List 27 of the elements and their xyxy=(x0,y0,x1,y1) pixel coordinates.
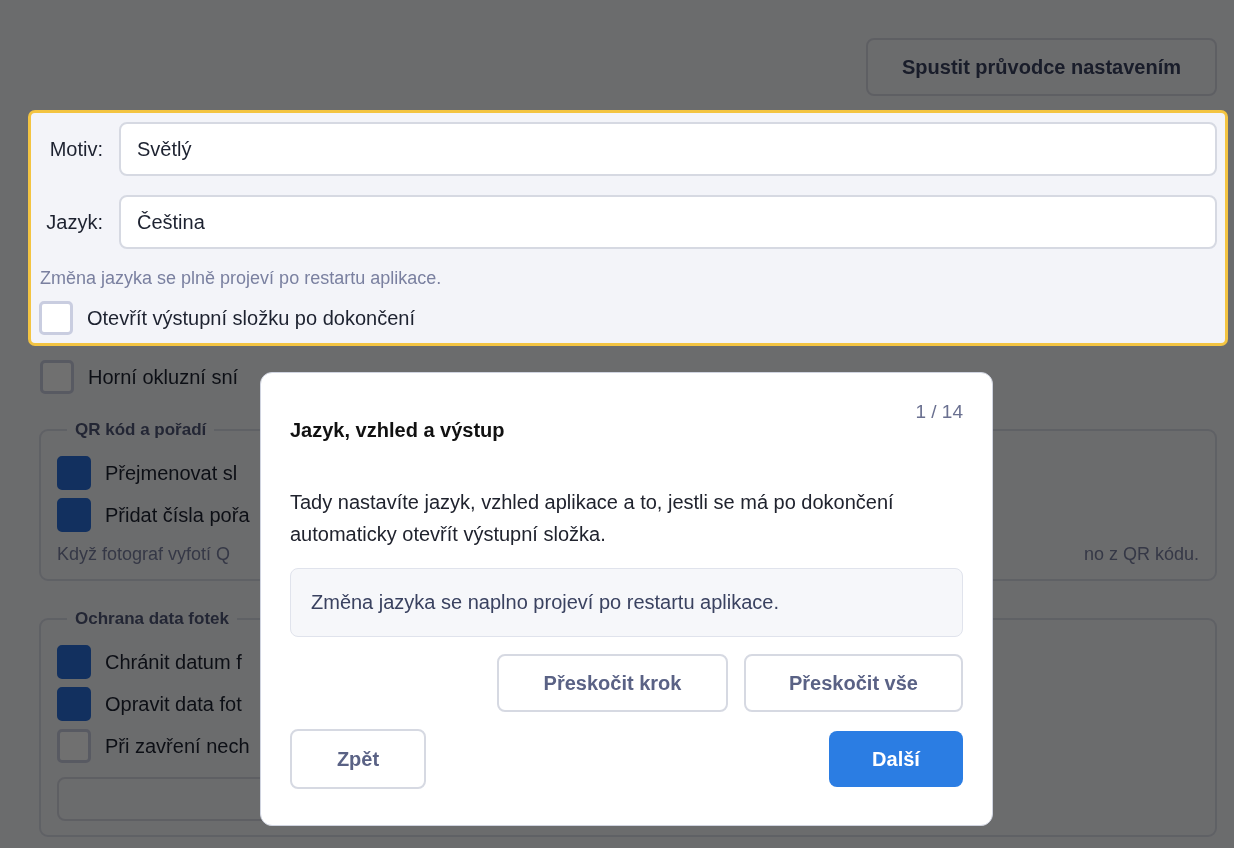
field-label: Jazyk: xyxy=(45,210,103,234)
checkbox-label: Při zavření nech xyxy=(105,734,250,758)
select-field[interactable]: Čeština xyxy=(119,195,1217,249)
setup-wizard-button[interactable]: Spustit průvodce nastavením xyxy=(866,38,1217,96)
checkbox[interactable] xyxy=(57,645,91,679)
next-button[interactable]: Další xyxy=(829,731,963,787)
dialog-text: Tady nastavíte jazyk, vzhled aplikace a to, jestli se má po dokončení automaticky otevřít výstupní složka. xyxy=(290,490,895,547)
group-title: QR kód a pořadí xyxy=(74,420,208,440)
dialog-title: Jazyk, vzhled a výstup xyxy=(290,419,506,442)
checkbox-label: Horní okluzní sní xyxy=(88,365,239,389)
back-button[interactable]: Zpět xyxy=(290,729,426,789)
hint-text: Změna jazyka se plně projeví po restartu aplikace. xyxy=(40,268,443,289)
checkbox-label: Otevřít výstupní složku po dokončení xyxy=(87,306,415,330)
skip-button[interactable]: Přeskočit krok xyxy=(497,654,728,712)
checkbox-label: Opravit data fot xyxy=(105,692,242,716)
field-label: Motiv: xyxy=(48,137,103,161)
skip-button[interactable]: Přeskočit vše xyxy=(744,654,963,712)
select-field[interactable]: Světlý xyxy=(119,122,1217,176)
checkbox-label: Přejmenovat sl xyxy=(105,461,238,485)
checkbox-label: Přidat čísla pořa xyxy=(105,503,250,527)
group-title: Ochrana data fotek xyxy=(74,609,230,629)
info-note: Změna jazyka se naplno projeví po restartu aplikace. xyxy=(290,568,963,637)
checkbox[interactable] xyxy=(57,687,91,721)
checkbox-label: Chránit datum f xyxy=(105,650,242,674)
checkbox[interactable] xyxy=(57,498,91,532)
checkbox[interactable] xyxy=(57,456,91,490)
step-counter: 1 / 14 xyxy=(915,401,963,423)
